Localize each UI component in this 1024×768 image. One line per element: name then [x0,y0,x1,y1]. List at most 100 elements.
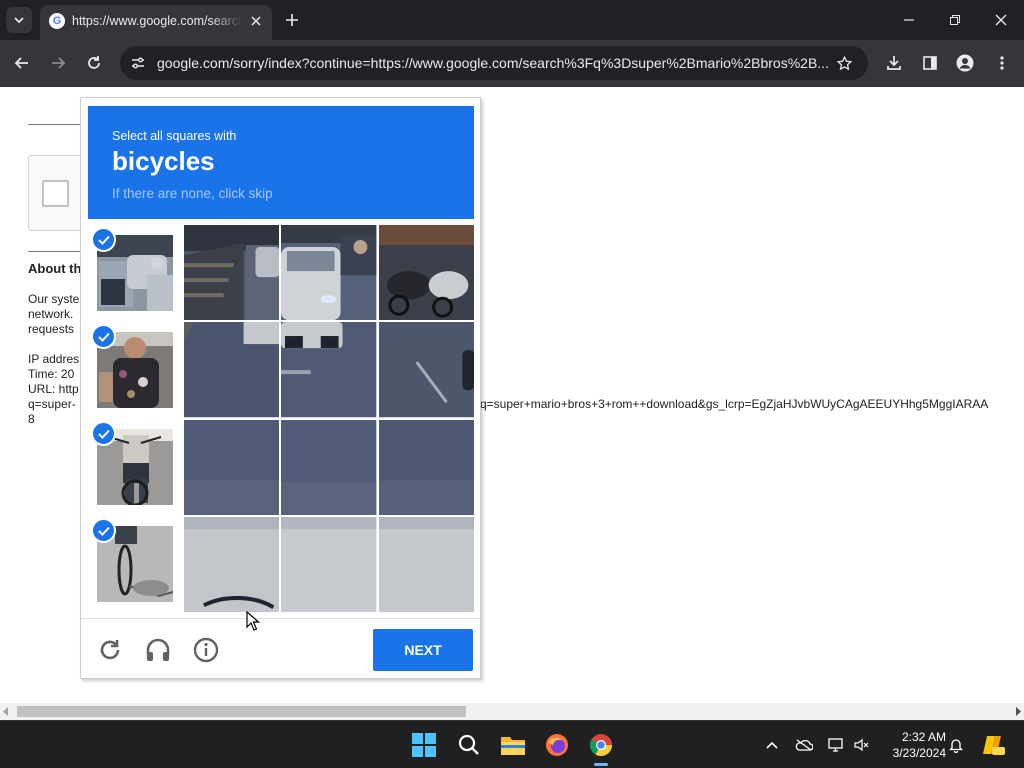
clock-time: 2:32 AM [901,730,946,744]
grid-tile[interactable] [378,419,474,515]
file-explorer-button[interactable] [497,729,529,761]
back-icon [14,57,28,69]
divider [28,251,88,252]
active-app-indicator [594,763,608,766]
site-info-icon [132,57,144,69]
tab-search-button[interactable] [6,7,32,33]
google-favicon-icon: G [49,13,65,29]
taskbar: 2:32 AM 3/23/2024 [0,720,1024,768]
taskbar-search-button[interactable] [453,729,485,761]
challenge-grid [184,225,474,612]
tab-title: https://www.google.com/search?q=super+ma… [72,14,242,28]
prompt-hint: If there are none, click skip [112,186,273,201]
profile-icon [956,54,974,72]
browser-toolbar: google.com/sorry/index?continue=https://… [0,40,1024,87]
system-clock[interactable]: 2:32 AM 3/23/2024 [880,729,946,761]
tab-strip: G https://www.google.com/search?q=super+… [0,0,1024,40]
restore-button[interactable] [941,6,969,34]
sample-check-icon [91,227,116,252]
reload-icon [88,56,100,69]
firefox-button[interactable] [541,729,573,761]
grid-tile[interactable] [281,419,377,515]
challenge-footer: NEXT [81,618,480,678]
site-info-button[interactable] [128,53,148,73]
start-button[interactable] [408,729,440,761]
info-text: requests [28,322,75,336]
info-text: network. [28,307,74,321]
network-button[interactable] [826,735,846,755]
back-button[interactable] [9,50,35,76]
close-window-button[interactable] [987,6,1015,34]
volume-button[interactable] [851,735,871,755]
onedrive-icon [795,739,813,751]
more-menu-button[interactable] [989,50,1015,76]
challenge-prompt: Select all squares with bicycles If ther… [88,106,474,219]
minimize-icon [904,19,914,21]
grid-tile[interactable] [281,225,377,321]
next-button[interactable]: NEXT [373,629,473,671]
horizontal-scrollbar[interactable] [0,703,1024,720]
star-icon [836,55,852,70]
close-icon [995,14,1007,26]
url-text: URL: http [28,382,79,396]
time-text: Time: 20 [28,367,75,381]
tab-close-button[interactable] [248,13,264,29]
chevron-down-icon [14,17,24,24]
minimize-button[interactable] [895,6,923,34]
info-icon [193,637,219,663]
recaptcha-challenge: Select all squares with bicycles If ther… [80,97,481,679]
ip-address-text: IP addres [28,352,80,366]
chrome-button[interactable] [585,729,617,761]
grid-tile[interactable] [184,516,280,612]
audio-challenge-button[interactable] [143,635,173,665]
reload-button[interactable] [81,50,107,76]
copilot-button[interactable] [980,732,1006,758]
sample-check-icon [91,518,116,543]
firefox-icon [546,734,568,756]
scrollbar-thumb[interactable] [17,706,466,717]
file-explorer-icon [501,737,525,755]
refresh-icon [100,640,120,660]
plus-icon [286,14,298,26]
bookmark-button[interactable] [834,53,854,73]
grid-tile[interactable] [378,225,474,321]
downloads-button[interactable] [881,50,907,76]
scroll-right-icon[interactable] [1015,707,1021,716]
chrome-icon [590,734,612,756]
profile-button[interactable] [952,50,978,76]
onedrive-button[interactable] [794,735,814,755]
restore-icon [950,15,960,25]
url-text: q=super- [28,397,76,411]
prompt-target: bicycles [112,146,215,176]
grid-tile[interactable] [184,225,280,321]
bell-icon [948,739,964,753]
grid-tile[interactable] [281,516,377,612]
url-tail-text: q=super+mario+bros+3+rom++download&gs_lc… [480,397,989,411]
grid-tile[interactable] [378,516,474,612]
notifications-button[interactable] [946,735,966,755]
headphones-icon [146,638,170,661]
address-bar[interactable]: google.com/sorry/index?continue=https://… [120,46,868,80]
forward-button[interactable] [45,50,71,76]
mouse-cursor-icon [246,611,260,631]
scroll-left-icon[interactable] [3,707,9,716]
grid-tile[interactable] [184,322,280,418]
url-text: 8 [28,412,35,426]
recaptcha-checkbox[interactable] [42,180,69,207]
side-panel-icon [923,56,937,70]
help-button[interactable] [191,635,221,665]
side-panel-button[interactable] [917,50,943,76]
grid-tile[interactable] [281,322,377,418]
chevron-up-icon [766,741,778,749]
browser-tab[interactable]: G https://www.google.com/search?q=super+… [40,5,272,40]
clock-date: 3/23/2024 [892,746,946,760]
forward-icon [52,57,66,69]
copilot-icon [983,736,1005,755]
about-heading: About th [28,261,82,276]
show-hidden-icons-button[interactable] [762,735,782,755]
reload-challenge-button[interactable] [95,635,125,665]
sample-check-icon [91,324,116,349]
grid-tile[interactable] [184,419,280,515]
new-tab-button[interactable] [282,10,302,30]
grid-tile[interactable] [378,322,474,418]
